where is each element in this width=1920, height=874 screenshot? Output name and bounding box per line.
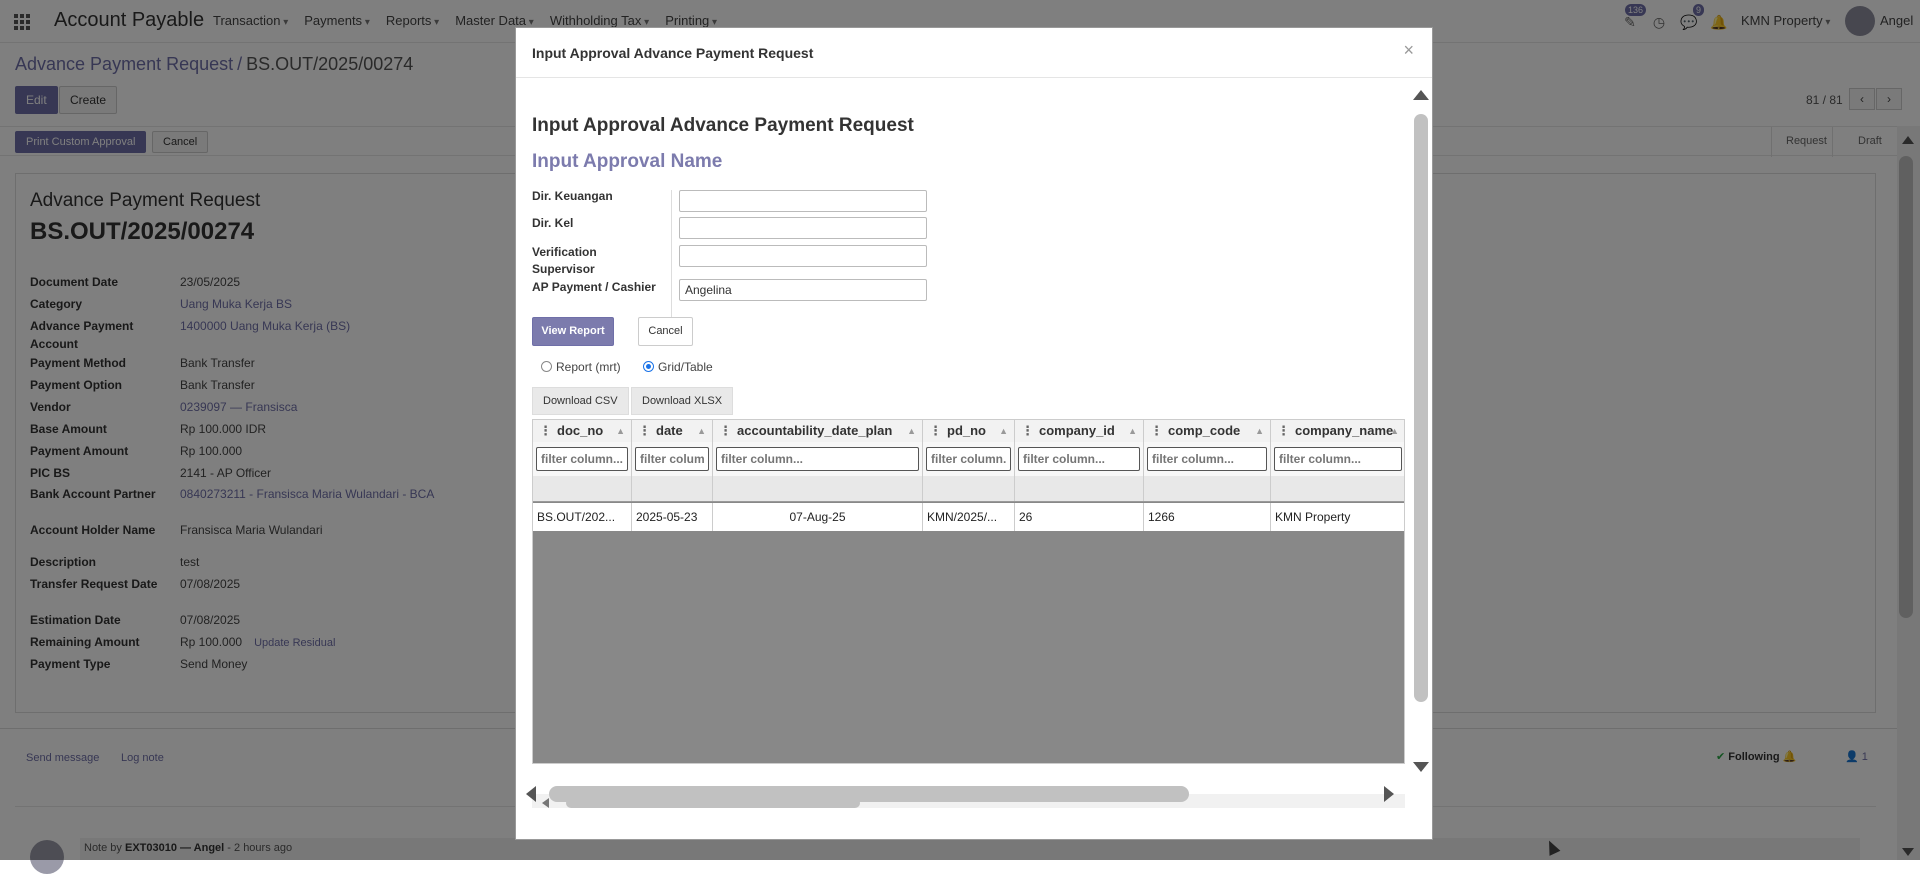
modal-cancel-button[interactable]: Cancel: [638, 317, 693, 346]
grid-aggregate-cell: [923, 476, 1015, 501]
sort-arrow-icon[interactable]: ▲: [616, 420, 625, 442]
dir-kel-input[interactable]: [679, 217, 927, 239]
table-row[interactable]: BS.OUT/202... 2025-05-23 07-Aug-25 KMN/2025…: [533, 503, 1404, 531]
radio-grid-dot[interactable]: [643, 361, 654, 372]
download-xlsx-button[interactable]: Download XLSX: [631, 387, 734, 415]
grid-column-header[interactable]: ⋮ company_name ▲: [1271, 420, 1404, 442]
grid-filter-cell: [1271, 442, 1404, 476]
sort-arrow-icon[interactable]: ▲: [1255, 420, 1264, 442]
grid-column-header[interactable]: ⋮ accountability_date_plan ▲: [713, 420, 923, 442]
grid-aggregate-cell: [1015, 476, 1144, 501]
dir-kel-label: Dir. Kel: [532, 216, 574, 230]
radio-grid-label: Grid/Table: [658, 360, 713, 374]
grid-column-header[interactable]: ⋮ doc_no ▲: [533, 420, 632, 442]
grid-column-header[interactable]: ⋮ date ▲: [632, 420, 713, 442]
grid-column-header-label: company_id: [1039, 423, 1115, 438]
ap-payment-cashier-input[interactable]: [679, 279, 927, 301]
grid-column-header[interactable]: ⋮ company_id ▲: [1015, 420, 1144, 442]
dir-keuangan-label: Dir. Keuangan: [532, 189, 613, 203]
radio-report-dot[interactable]: [541, 361, 552, 372]
grid-filter-cell: [713, 442, 923, 476]
modal-horizontal-thumb[interactable]: [549, 786, 1189, 802]
drag-handle-icon[interactable]: ⋮: [1150, 423, 1163, 438]
grid-column-header-label: accountability_date_plan: [737, 423, 893, 438]
grid-filter-input[interactable]: [716, 447, 919, 471]
modal-scroll-up-icon[interactable]: [1413, 90, 1429, 100]
grid-filter-input[interactable]: [1018, 447, 1140, 471]
modal-title: Input Approval Advance Payment Request: [532, 45, 814, 61]
grid-aggregate-cell: [713, 476, 923, 501]
verification-supervisor-input[interactable]: [679, 245, 927, 267]
grid-column-header-label: pd_no: [947, 423, 986, 438]
modal-header: Input Approval Advance Payment Request ×: [516, 28, 1432, 78]
modal-scroll-down-icon[interactable]: [1413, 762, 1429, 772]
grid-aggregate-row: [533, 476, 1404, 502]
grid-filter-cell: [632, 442, 713, 476]
grid-cell[interactable]: BS.OUT/202...: [533, 503, 632, 531]
sort-arrow-icon[interactable]: ▲: [999, 420, 1008, 442]
grid-cell[interactable]: 2025-05-23: [632, 503, 713, 531]
grid-column-header-label: comp_code: [1168, 423, 1241, 438]
grid-cell[interactable]: 1266: [1144, 503, 1271, 531]
grid-aggregate-cell: [632, 476, 713, 501]
grid-column-header-label: doc_no: [557, 423, 604, 438]
ap-payment-cashier-label: AP Payment / Cashier: [532, 280, 656, 294]
modal-heading: Input Approval Advance Payment Request: [532, 115, 914, 136]
grid-filter-cell: [923, 442, 1015, 476]
sort-arrow-icon[interactable]: ▲: [1128, 420, 1137, 442]
grid-filter-input[interactable]: [536, 447, 628, 471]
grid-cell[interactable]: 07-Aug-25: [713, 503, 923, 531]
dir-keuangan-input[interactable]: [679, 190, 927, 212]
grid-cell[interactable]: KMN/2025/...: [923, 503, 1015, 531]
sort-arrow-icon[interactable]: ▲: [697, 420, 706, 442]
grid-scroll-left-icon[interactable]: [542, 798, 549, 808]
drag-handle-icon[interactable]: ⋮: [1021, 423, 1034, 438]
grid-aggregate-cell: [1144, 476, 1271, 501]
grid-column-header-label: date: [656, 423, 683, 438]
sort-arrow-icon[interactable]: ▲: [907, 420, 916, 442]
grid-filter-cell: [1144, 442, 1271, 476]
modal-scroll-left-icon[interactable]: [526, 786, 536, 802]
label-divider: [671, 190, 672, 324]
grid-cell[interactable]: KMN Property: [1271, 503, 1404, 531]
grid-column-header[interactable]: ⋮ comp_code ▲: [1144, 420, 1271, 442]
grid-filter-input[interactable]: [1147, 447, 1267, 471]
grid-aggregate-cell: [1271, 476, 1404, 501]
grid-cell[interactable]: 26: [1015, 503, 1144, 531]
drag-handle-icon[interactable]: ⋮: [1277, 423, 1290, 438]
drag-handle-icon[interactable]: ⋮: [638, 423, 651, 438]
sort-arrow-icon[interactable]: ▲: [1390, 420, 1399, 442]
grid-filter-row: [533, 442, 1404, 476]
drag-handle-icon[interactable]: ⋮: [539, 423, 552, 438]
drag-handle-icon[interactable]: ⋮: [719, 423, 732, 438]
download-csv-button[interactable]: Download CSV: [532, 387, 629, 415]
modal-scroll-right-icon[interactable]: [1384, 786, 1394, 802]
grid-column-header[interactable]: ⋮ pd_no ▲: [923, 420, 1015, 442]
verification-supervisor-label: Verification Supervisor: [532, 245, 597, 276]
grid-filter-cell: [1015, 442, 1144, 476]
grid-filter-input[interactable]: [926, 447, 1011, 471]
grid-filter-input[interactable]: [1274, 447, 1402, 471]
grid-filter-cell: [533, 442, 632, 476]
approval-modal: Input Approval Advance Payment Request ×…: [515, 27, 1433, 840]
drag-handle-icon[interactable]: ⋮: [929, 423, 942, 438]
radio-report-mrt[interactable]: Report (mrt): [541, 360, 621, 374]
close-icon[interactable]: ×: [1403, 40, 1414, 61]
modal-subheading: Input Approval Name: [532, 151, 723, 172]
data-grid: ⋮ doc_no ▲ ⋮ date ▲ ⋮ accountability_date_plan ▲…: [532, 419, 1405, 764]
grid-aggregate-cell: [533, 476, 632, 501]
radio-report-label: Report (mrt): [556, 360, 621, 374]
modal-vertical-thumb[interactable]: [1414, 114, 1428, 702]
radio-grid-table[interactable]: Grid/Table: [643, 360, 713, 374]
grid-column-header-label: company_name: [1295, 423, 1394, 438]
view-report-button[interactable]: View Report: [532, 317, 614, 346]
grid-filter-input[interactable]: [635, 447, 709, 471]
grid-header-row: ⋮ doc_no ▲ ⋮ date ▲ ⋮ accountability_date_plan ▲…: [533, 420, 1404, 442]
